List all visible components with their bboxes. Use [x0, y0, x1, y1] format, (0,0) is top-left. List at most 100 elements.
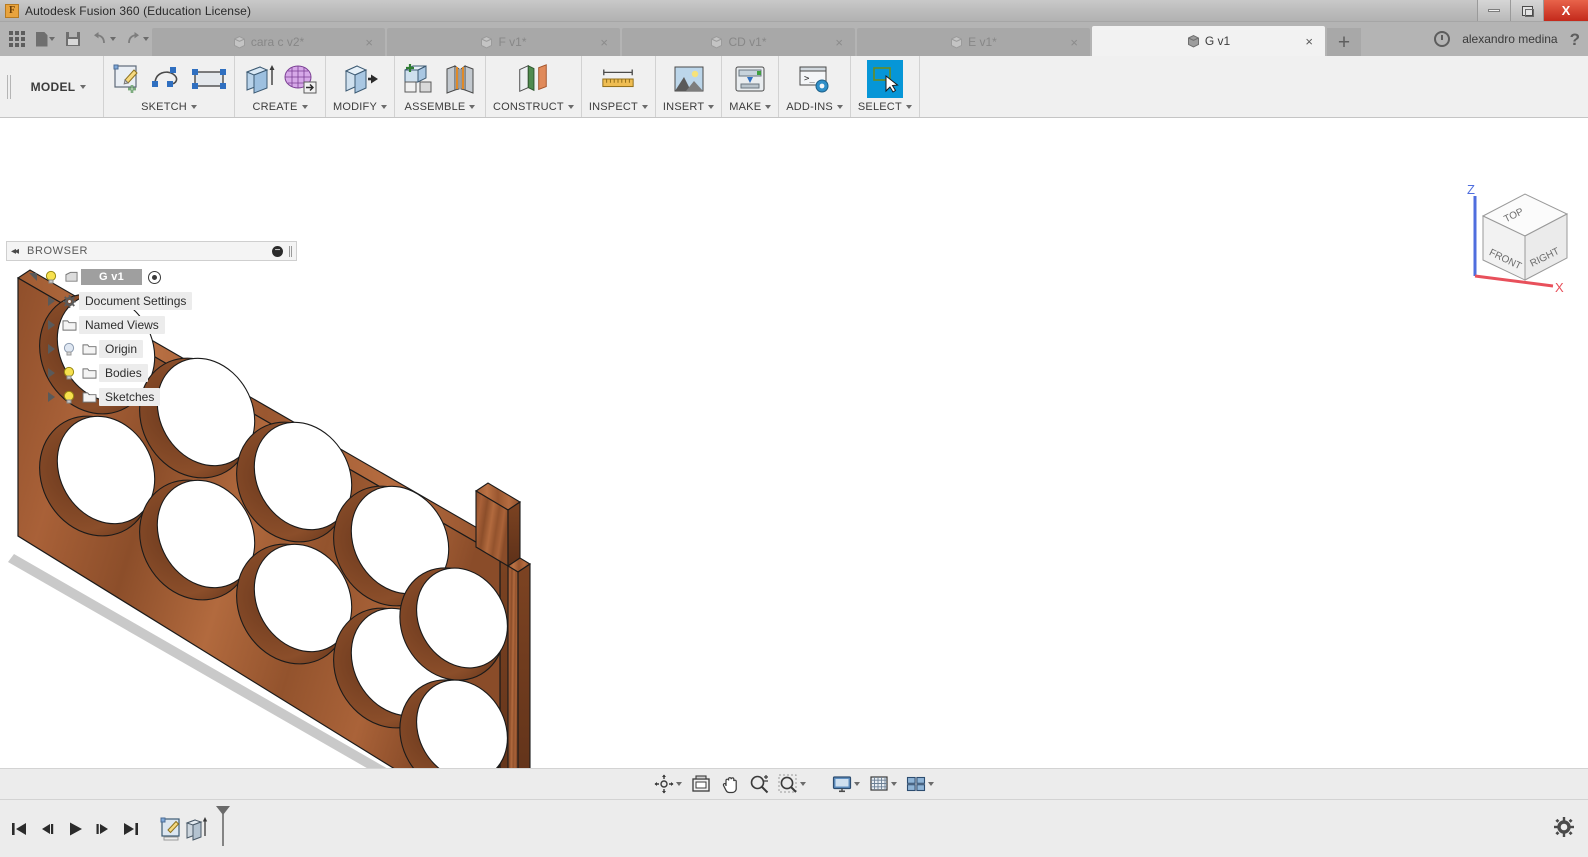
workspace-selector[interactable]: MODEL	[14, 56, 104, 117]
ribbon-grip[interactable]	[0, 56, 14, 117]
chevron-down-icon	[765, 104, 772, 109]
addins-dropdown[interactable]: ADD-INS	[786, 98, 843, 115]
close-icon[interactable]: ×	[1070, 36, 1078, 49]
view-cube[interactable]: Z X TOP FRONT RIGHT	[1453, 178, 1578, 298]
save-button[interactable]	[60, 25, 86, 53]
tree-node-named-views[interactable]: Named Views	[6, 313, 297, 337]
document-tab-2[interactable]: CD v1* ×	[622, 28, 855, 56]
document-tab-1[interactable]: F v1* ×	[387, 28, 620, 56]
look-at-button[interactable]	[688, 772, 714, 796]
tree-node-bodies[interactable]: Bodies	[6, 361, 297, 385]
press-pull-button[interactable]	[342, 60, 378, 98]
create-dropdown[interactable]: CREATE	[252, 98, 308, 115]
extrude-feature[interactable]	[183, 816, 209, 842]
create-form-button[interactable]	[282, 60, 318, 98]
settings-button[interactable]	[1554, 817, 1574, 837]
grid-snaps-button[interactable]	[866, 772, 900, 796]
light-bulb-icon[interactable]	[62, 342, 76, 356]
rectangle-button[interactable]	[191, 60, 227, 98]
user-name[interactable]: alexandro medina	[1462, 32, 1557, 46]
new-component-button[interactable]	[402, 60, 438, 98]
go-to-beginning-button[interactable]	[10, 818, 28, 840]
play-button[interactable]	[66, 818, 84, 840]
insert-image-button[interactable]	[671, 60, 707, 98]
collapse-icon[interactable]: ◂◂	[11, 246, 19, 257]
go-to-end-button[interactable]	[122, 818, 140, 840]
light-bulb-icon[interactable]	[44, 270, 58, 284]
help-icon[interactable]: ?	[1570, 31, 1580, 48]
create-sketch-button[interactable]	[111, 60, 147, 98]
navigation-bar	[0, 768, 1588, 799]
browser-options-icon[interactable]: −	[272, 245, 283, 257]
close-button[interactable]: X	[1543, 0, 1588, 21]
rectangle-icon	[192, 69, 226, 89]
inspect-dropdown[interactable]: INSPECT	[589, 98, 648, 115]
extrude-button[interactable]	[242, 60, 278, 98]
modify-dropdown[interactable]: MODIFY	[333, 98, 387, 115]
expand-toggle[interactable]	[40, 344, 62, 354]
tree-node-sketches[interactable]: Sketches	[6, 385, 297, 409]
close-icon[interactable]: ×	[835, 36, 843, 49]
document-tab-0[interactable]: cara c v2* ×	[152, 28, 385, 56]
select-tool-button[interactable]	[866, 60, 903, 98]
tree-node-document-settings[interactable]: Document Settings	[6, 289, 297, 313]
pan-button[interactable]	[717, 772, 743, 796]
insert-dropdown[interactable]: INSERT	[663, 98, 715, 115]
activate-component-radio[interactable]	[148, 270, 162, 284]
light-bulb-icon[interactable]	[62, 390, 76, 404]
step-forward-button[interactable]	[94, 818, 112, 840]
maximize-button[interactable]	[1510, 0, 1543, 21]
viewports-button[interactable]	[903, 772, 937, 796]
component-icon	[233, 35, 245, 49]
expand-toggle[interactable]	[40, 296, 62, 306]
undo-button[interactable]	[88, 25, 119, 53]
tree-node-root[interactable]: G v1	[6, 265, 297, 289]
offset-plane-button[interactable]	[515, 60, 551, 98]
joint-button[interactable]	[442, 60, 478, 98]
close-icon[interactable]: ×	[365, 36, 373, 49]
close-icon[interactable]: ×	[600, 36, 608, 49]
light-bulb-icon[interactable]	[62, 366, 76, 380]
tree-node-origin[interactable]: Origin	[6, 337, 297, 361]
sketch-dropdown[interactable]: SKETCH	[141, 98, 197, 115]
job-status-icon[interactable]	[1434, 31, 1451, 47]
new-tab-button[interactable]: +	[1327, 28, 1361, 56]
scripts-addins-button[interactable]: >_	[797, 60, 833, 98]
display-settings-button[interactable]	[829, 772, 863, 796]
ribbon-group-modify: MODIFY	[326, 56, 395, 117]
timeline-marker[interactable]	[212, 804, 234, 848]
document-tab-4-active[interactable]: G v1 ×	[1092, 26, 1325, 56]
close-icon[interactable]: ×	[1305, 35, 1313, 48]
chevron-down-icon	[190, 104, 197, 109]
make-dropdown[interactable]: MAKE	[729, 98, 772, 115]
minimize-button[interactable]	[1477, 0, 1510, 21]
measure-button[interactable]	[600, 60, 636, 98]
app-grid-button[interactable]	[4, 25, 30, 53]
construct-dropdown[interactable]: CONSTRUCT	[493, 98, 574, 115]
new-document-button[interactable]	[32, 25, 58, 53]
document-icon	[35, 31, 48, 47]
expand-toggle[interactable]	[22, 273, 44, 281]
redo-button[interactable]	[121, 25, 152, 53]
document-tab-3[interactable]: E v1* ×	[857, 28, 1090, 56]
select-dropdown[interactable]: SELECT	[858, 98, 912, 115]
panel-resize-grip[interactable]	[289, 245, 290, 257]
zoom-button[interactable]	[746, 772, 772, 796]
orbit-button[interactable]	[651, 772, 685, 796]
window-title: Autodesk Fusion 360 (Education License)	[25, 3, 252, 18]
component-icon	[481, 35, 493, 49]
quick-access-toolbar	[0, 22, 152, 56]
skip-to-start-icon	[12, 822, 26, 835]
expand-toggle[interactable]	[40, 320, 62, 330]
chevron-down-icon	[143, 37, 149, 41]
component-icon	[711, 35, 723, 49]
assemble-dropdown[interactable]: ASSEMBLE	[405, 98, 476, 115]
sketch-feature[interactable]	[160, 816, 182, 842]
spline-button[interactable]	[151, 60, 187, 98]
3d-viewport[interactable]: ◂◂ BROWSER − G v1 Document Settings Name…	[0, 118, 1588, 768]
3d-print-button[interactable]	[732, 60, 768, 98]
expand-toggle[interactable]	[40, 368, 62, 378]
expand-toggle[interactable]	[40, 392, 62, 402]
zoom-window-button[interactable]	[775, 772, 809, 796]
step-back-button[interactable]	[38, 818, 56, 840]
